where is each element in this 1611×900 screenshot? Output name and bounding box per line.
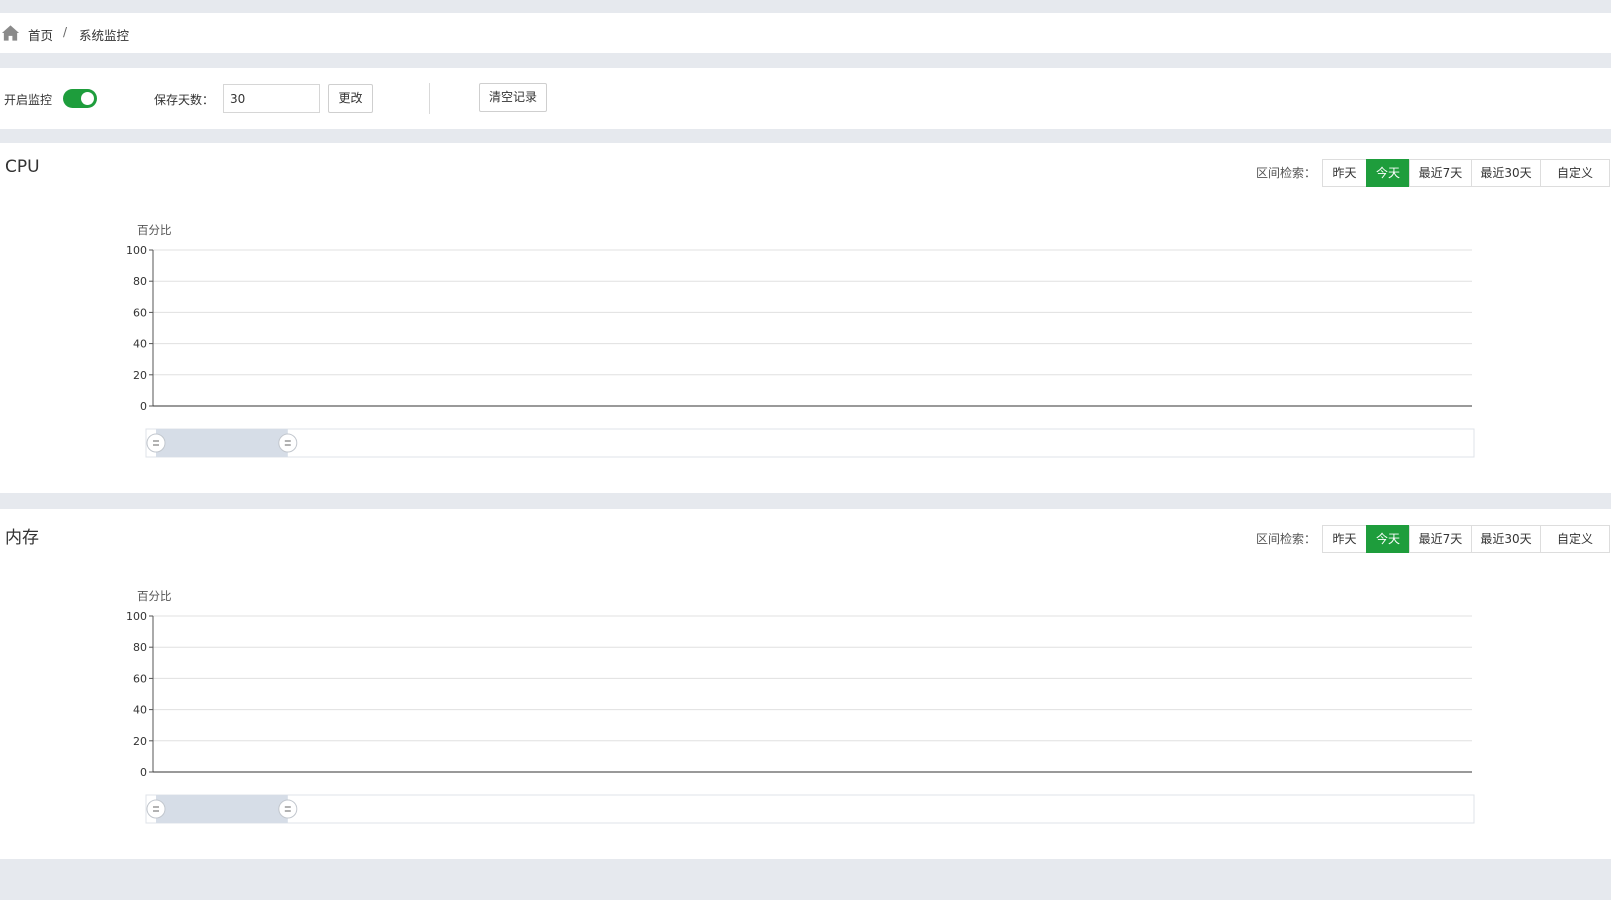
zoom-handle-knob	[146, 799, 166, 819]
keep-days-label: 保存天数：	[154, 93, 215, 107]
y-tick-label: 60	[133, 306, 147, 319]
breadcrumb-current: 系统监控	[79, 28, 130, 43]
clear-records-button[interactable]: 清空记录	[479, 83, 547, 112]
y-axis-label: 百分比	[137, 589, 172, 603]
cpu-chart: 百分比 0 20 40 60 80 100	[126, 223, 1475, 458]
memory-panel: 内存 区间检索： 昨天 今天 最近7天 最近30天 自定义 百分比 0 20 40 60…	[0, 509, 1611, 859]
keep-days-input[interactable]	[223, 84, 320, 113]
home-icon[interactable]	[1, 24, 20, 42]
y-tick-label: 0	[140, 400, 147, 413]
zoom-window	[156, 429, 288, 457]
breadcrumb-separator: /	[63, 25, 68, 39]
change-days-button[interactable]: 更改	[328, 84, 373, 113]
zoom-handle-start[interactable]	[146, 799, 166, 819]
monitor-toolbar: 开启监控 保存天数： 更改 清空记录	[0, 68, 1611, 129]
toolbar-divider	[429, 83, 430, 114]
toggle-knob	[81, 92, 94, 105]
zoom-handle-end[interactable]	[278, 799, 298, 819]
y-tick-label: 20	[133, 369, 147, 382]
zoom-handle-end[interactable]	[278, 433, 298, 453]
monitor-toggle-label: 开启监控	[4, 93, 53, 107]
zoom-handle-knob	[278, 433, 298, 453]
breadcrumb-home-link[interactable]: 首页	[28, 25, 53, 44]
y-tick-label: 100	[126, 610, 147, 623]
zoom-track	[145, 794, 1475, 824]
cpu-panel: CPU 区间检索： 昨天 今天 最近7天 最近30天 自定义 百分比 0 20 40 6…	[0, 143, 1611, 493]
y-tick-label: 80	[133, 641, 147, 654]
zoom-handle-start[interactable]	[146, 433, 166, 453]
y-tick-label: 40	[133, 704, 147, 717]
zoom-track	[145, 428, 1475, 458]
y-tick-label: 100	[126, 244, 147, 257]
y-tick-label: 20	[133, 735, 147, 748]
zoom-handle-knob	[146, 433, 166, 453]
y-tick-label: 0	[140, 766, 147, 779]
memory-chart: 百分比 0 20 40 60 80 100	[126, 589, 1475, 824]
y-tick-label: 80	[133, 275, 147, 288]
y-tick-label: 60	[133, 672, 147, 685]
y-axis-label: 百分比	[137, 223, 172, 237]
breadcrumb: 首页 / 系统监控	[0, 13, 1611, 53]
zoom-window	[156, 795, 288, 823]
zoom-handle-knob	[278, 799, 298, 819]
monitor-toggle[interactable]	[63, 89, 97, 108]
y-tick-label: 40	[133, 338, 147, 351]
